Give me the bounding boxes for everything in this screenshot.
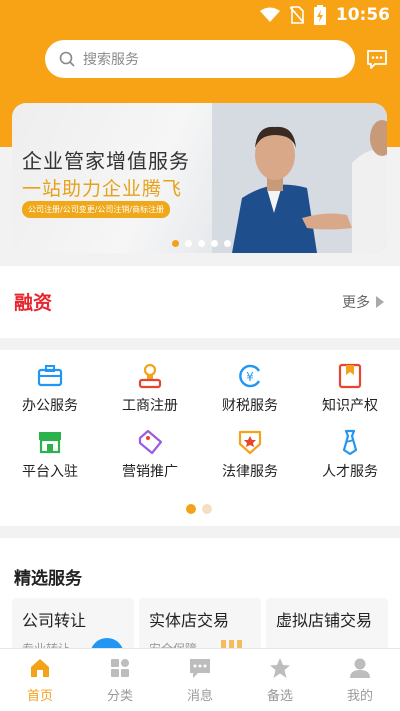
banner-dot[interactable] (211, 240, 218, 247)
banner-pagination (172, 240, 231, 247)
store-icon (39, 432, 61, 454)
service-label: 办公服务 (22, 398, 78, 414)
status-time: 10:56 (335, 5, 390, 25)
services-page-dot[interactable] (186, 504, 196, 514)
finance-section: 融资 更多 (0, 266, 400, 338)
service-label: 人才服务 (322, 464, 378, 480)
banner-dot[interactable] (198, 240, 205, 247)
status-bar: 10:56 (0, 0, 400, 32)
services-pagination (186, 504, 212, 514)
wifi-icon (259, 7, 280, 22)
star-icon (270, 658, 290, 678)
service-legal[interactable]: 法律服务 (200, 416, 300, 480)
finance-more-button[interactable]: 更多 (342, 292, 384, 312)
tab-category[interactable]: 分类 (80, 649, 160, 711)
featured-card-title: 实体店交易 (149, 611, 230, 630)
banner-tags: 公司注册/公司变更/公司注销/商标注册 (22, 201, 171, 218)
banner-dot[interactable] (172, 240, 179, 247)
badge-icon (238, 430, 262, 455)
tab-label: 备选 (266, 689, 293, 704)
service-talent[interactable]: 人才服务 (300, 416, 400, 480)
svg-text:¥: ¥ (246, 370, 254, 384)
arrow-right-icon (376, 296, 384, 308)
featured-title: 精选服务 (14, 569, 82, 589)
featured-services: 精选服务 公司转让 专业转让 实体店交易 安全保障 虚拟店铺交易 (0, 538, 400, 658)
service-platform-entry[interactable]: 平台入驻 (0, 416, 100, 480)
tab-profile[interactable]: 我的 (320, 649, 400, 711)
service-business-registration[interactable]: 工商注册 (100, 350, 200, 414)
banner-headline: 企业管家增值服务 (22, 149, 190, 173)
finance-more-label: 更多 (342, 295, 370, 311)
service-label: 知识产权 (322, 398, 378, 414)
businessman-handshake-image (212, 103, 387, 253)
service-marketing[interactable]: 营销推广 (100, 416, 200, 480)
services-page-dot[interactable] (202, 504, 212, 514)
tab-label: 消息 (186, 689, 213, 704)
service-label: 营销推广 (122, 464, 178, 480)
stamp-icon (138, 363, 162, 389)
service-label: 平台入驻 (22, 464, 78, 480)
promo-banner[interactable]: 企业管家增值服务 一站助力企业腾飞 公司注册/公司变更/公司注销/商标注册 (12, 103, 387, 253)
tab-favorites[interactable]: 备选 (240, 649, 320, 711)
banner-subheadline: 一站助力企业腾飞 (22, 178, 183, 200)
user-icon (350, 658, 370, 678)
banner-dot[interactable] (185, 240, 192, 247)
featured-card-title: 公司转让 (22, 611, 87, 630)
tab-label: 分类 (106, 689, 133, 704)
service-intellectual-property[interactable]: 知识产权 (300, 350, 400, 414)
status-icons: 10:56 (259, 5, 390, 25)
bottom-tab-bar: 首页 分类 消息 备选 我的 (0, 648, 400, 711)
service-finance-tax[interactable]: ¥ 财税服务 (200, 350, 300, 414)
battery-charging-icon (313, 5, 326, 25)
service-label: 法律服务 (222, 464, 278, 480)
service-office[interactable]: 办公服务 (0, 350, 100, 414)
briefcase-icon (37, 365, 63, 387)
tag-icon (138, 429, 163, 455)
category-icon (111, 659, 129, 677)
finance-logo: 融资 (14, 292, 53, 314)
service-label: 工商注册 (122, 398, 178, 414)
chat-message-icon[interactable] (366, 48, 388, 70)
home-icon (31, 659, 49, 677)
service-label: 财税服务 (222, 398, 278, 414)
tie-icon (342, 429, 358, 456)
message-icon (190, 659, 210, 678)
yuan-icon: ¥ (239, 364, 261, 388)
services-grid: 办公服务 工商注册 ¥ 财税服务 知识产权 平台入驻 营销推广 法律服务 人才服… (0, 350, 400, 526)
featured-card-title: 虚拟店铺交易 (276, 611, 373, 630)
tab-label: 首页 (26, 689, 53, 704)
search-placeholder: 搜索服务 (83, 52, 139, 68)
tab-label: 我的 (346, 689, 373, 704)
search-input[interactable]: 搜索服务 (45, 40, 355, 78)
no-sim-icon (289, 6, 304, 24)
certificate-icon (338, 363, 362, 389)
search-icon (59, 51, 75, 67)
header: 搜索服务 (0, 32, 400, 102)
tab-home[interactable]: 首页 (0, 649, 80, 711)
banner-dot[interactable] (224, 240, 231, 247)
tab-messages[interactable]: 消息 (160, 649, 240, 711)
